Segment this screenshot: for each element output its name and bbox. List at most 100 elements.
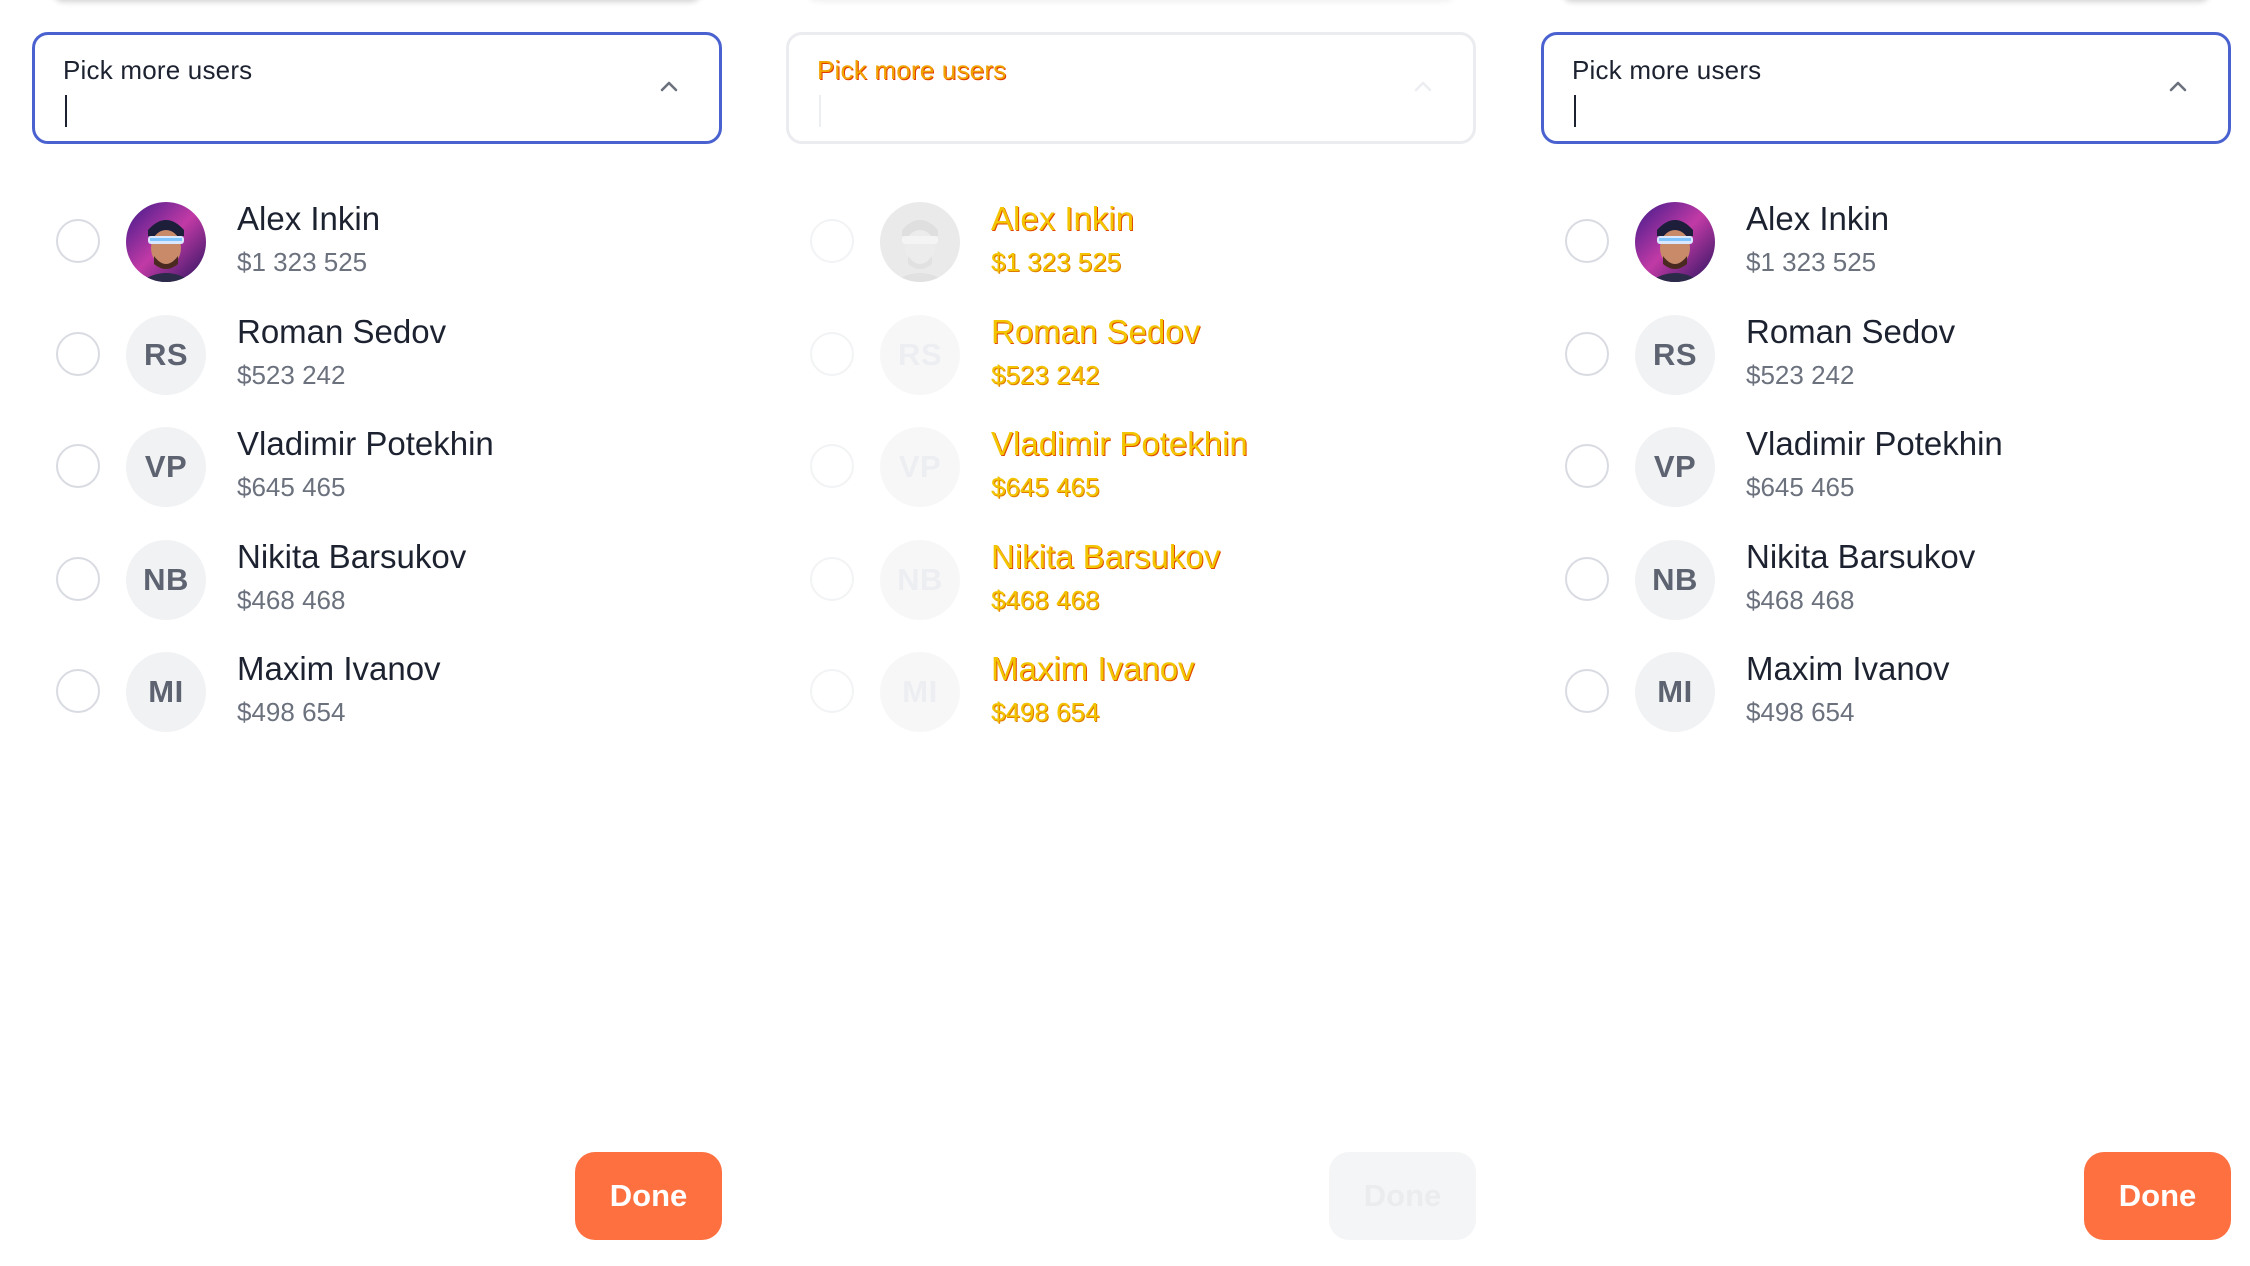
- pick-users-combobox: Pick more users: [786, 32, 1476, 144]
- user-row: RS Roman Sedov $523 242: [786, 293, 1476, 406]
- avatar: NB: [126, 539, 206, 620]
- user-row[interactable]: RS Roman Sedov $523 242: [32, 293, 722, 406]
- avatar: MI: [880, 652, 960, 733]
- avatar-initials: NB: [143, 561, 189, 597]
- avatar: VP: [126, 427, 206, 508]
- user-amount: $498 654: [237, 697, 346, 728]
- user-row[interactable]: MI Maxim Ivanov $498 654: [1541, 630, 2231, 743]
- user-name: Vladimir Potekhin: [1746, 425, 2003, 463]
- user-row[interactable]: Alex Inkin $1 323 525: [1541, 180, 2231, 293]
- avatar: [1635, 202, 1715, 282]
- avatar-initials: RS: [897, 336, 943, 372]
- user-name: Nikita Barsukov: [991, 537, 1221, 575]
- user-row: MI Maxim Ivanov $498 654: [786, 630, 1476, 743]
- radio-unchecked-icon: [810, 444, 854, 489]
- pick-users-combobox[interactable]: Pick more users: [1541, 32, 2231, 144]
- avatar: RS: [126, 314, 206, 395]
- user-row[interactable]: RS Roman Sedov $523 242: [1541, 293, 2231, 406]
- text-caret: [819, 95, 821, 127]
- user-name: Alex Inkin: [237, 200, 381, 237]
- avatar: MI: [1635, 652, 1715, 733]
- user-photo: [880, 202, 960, 282]
- user-amount: $1 323 525: [237, 247, 368, 277]
- avatar-initials: NB: [897, 561, 943, 597]
- avatar: NB: [880, 539, 960, 620]
- chevron-up-icon[interactable]: [2166, 75, 2190, 99]
- user-name: Vladimir Potekhin: [237, 425, 494, 463]
- user-name: Maxim Ivanov: [1746, 650, 1950, 688]
- done-button[interactable]: Done: [575, 1152, 722, 1240]
- radio-unchecked-icon[interactable]: [1565, 331, 1609, 376]
- user-row: Alex Inkin $1 323 525: [786, 180, 1476, 293]
- user-name: Alex Inkin: [1746, 200, 1890, 237]
- radio-unchecked-icon[interactable]: [1565, 219, 1609, 263]
- user-picker-panel: Pick more users Alex Inkin $1 323 525 RS…: [32, 0, 722, 1266]
- user-row[interactable]: VP Vladimir Potekhin $645 465: [32, 405, 722, 518]
- avatar-initials: NB: [1652, 561, 1698, 597]
- text-caret: [65, 95, 67, 127]
- user-amount: $498 654: [991, 697, 1100, 728]
- user-amount: $523 242: [237, 359, 346, 390]
- radio-unchecked-icon[interactable]: [1565, 556, 1609, 601]
- done-button[interactable]: Done: [2084, 1152, 2231, 1240]
- user-row[interactable]: Alex Inkin $1 323 525: [32, 180, 722, 293]
- user-amount: $645 465: [991, 472, 1100, 503]
- avatar-initials: RS: [1652, 336, 1698, 372]
- user-name: Roman Sedov: [237, 312, 447, 350]
- user-name: Vladimir Potekhin: [991, 425, 1248, 463]
- radio-unchecked-icon[interactable]: [56, 331, 100, 376]
- user-picker-panel: Pick more users Alex Inkin $1 323 525 RS…: [1541, 0, 2231, 1266]
- avatar: NB: [1635, 539, 1715, 620]
- radio-unchecked-icon: [810, 669, 854, 714]
- avatar: [126, 202, 206, 282]
- pick-users-combobox[interactable]: Pick more users: [32, 32, 722, 144]
- avatar: RS: [880, 314, 960, 395]
- avatar: RS: [1635, 314, 1715, 395]
- user-amount: $523 242: [991, 359, 1100, 390]
- radio-unchecked-icon[interactable]: [56, 219, 100, 263]
- user-picker-panel-disabled: Pick more users Alex Inkin $1 323 525 RS…: [786, 0, 1476, 1266]
- radio-unchecked-icon[interactable]: [56, 669, 100, 714]
- chevron-up-icon[interactable]: [657, 75, 681, 99]
- user-amount: $468 468: [991, 584, 1100, 615]
- radio-unchecked-icon: [810, 556, 854, 601]
- user-row[interactable]: NB Nikita Barsukov $468 468: [32, 518, 722, 631]
- user-list: Alex Inkin $1 323 525 RS Roman Sedov $52…: [786, 180, 1476, 743]
- avatar: MI: [126, 652, 206, 733]
- user-amount: $468 468: [237, 584, 346, 615]
- user-name: Nikita Barsukov: [1746, 537, 1976, 575]
- picker-label: Pick more users: [1572, 55, 1762, 85]
- chevron-up-icon: [1411, 75, 1435, 99]
- user-photo: [126, 202, 206, 282]
- user-amount: $468 468: [1746, 584, 1855, 615]
- user-name: Maxim Ivanov: [237, 650, 441, 688]
- picker-label: Pick more users: [817, 55, 1007, 85]
- user-amount: $498 654: [1746, 697, 1855, 728]
- user-name: Alex Inkin: [991, 200, 1135, 237]
- user-row[interactable]: NB Nikita Barsukov $468 468: [1541, 518, 2231, 631]
- user-amount: $645 465: [1746, 472, 1855, 503]
- avatar-initials: MI: [148, 674, 184, 710]
- user-name: Nikita Barsukov: [237, 537, 467, 575]
- avatar-initials: VP: [898, 449, 942, 485]
- text-caret: [1574, 95, 1576, 127]
- user-row[interactable]: MI Maxim Ivanov $498 654: [32, 630, 722, 743]
- user-row[interactable]: VP Vladimir Potekhin $645 465: [1541, 405, 2231, 518]
- avatar: VP: [1635, 427, 1715, 508]
- user-amount: $645 465: [237, 472, 346, 503]
- avatar-initials: MI: [902, 674, 938, 710]
- avatar-initials: RS: [143, 336, 189, 372]
- radio-unchecked-icon[interactable]: [1565, 669, 1609, 714]
- radio-unchecked-icon[interactable]: [56, 556, 100, 601]
- avatar-initials: VP: [144, 449, 188, 485]
- user-list: Alex Inkin $1 323 525 RS Roman Sedov $52…: [1541, 180, 2231, 743]
- radio-unchecked-icon[interactable]: [1565, 444, 1609, 489]
- radio-unchecked-icon[interactable]: [56, 444, 100, 489]
- user-row: NB Nikita Barsukov $468 468: [786, 518, 1476, 631]
- user-name: Roman Sedov: [991, 312, 1201, 350]
- done-button: Done: [1329, 1152, 1476, 1240]
- avatar: [880, 202, 960, 282]
- avatar-initials: MI: [1657, 674, 1693, 710]
- user-photo: [1635, 202, 1715, 282]
- radio-unchecked-icon: [810, 331, 854, 376]
